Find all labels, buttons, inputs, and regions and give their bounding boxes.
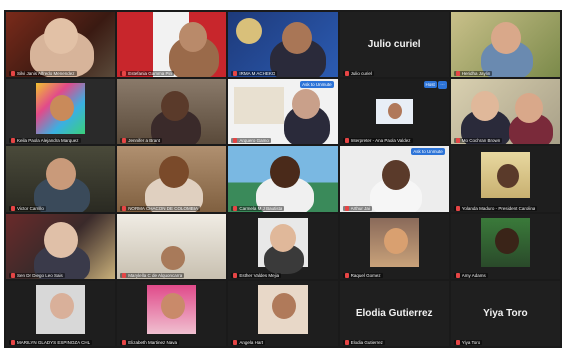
participant-name: Keila Paola Alejandra Marquez: [17, 138, 79, 144]
participant-tile[interactable]: Amy Adams: [450, 213, 560, 279]
tile-menu-button[interactable]: ⋯: [438, 81, 447, 90]
mic-muted-icon: [233, 339, 238, 345]
participant-name: Victor Carrillo: [17, 205, 44, 211]
mic-muted-icon: [233, 138, 238, 144]
participant-tile[interactable]: Heridha Jaylin: [450, 12, 560, 78]
mic-muted-icon: [11, 339, 15, 345]
mic-muted-icon: [11, 272, 15, 278]
participant-tile[interactable]: Ask to Unmute Arquero Gamo: [228, 79, 338, 145]
participant-name: Esther Valdes Mejia: [239, 272, 280, 278]
mic-muted-icon: [233, 205, 238, 211]
participant-tile[interactable]: Estefania Gamma Pin: [117, 12, 227, 78]
participant-display-name: Yiya Toro: [483, 307, 528, 319]
mic-muted-icon: [122, 71, 127, 77]
participant-display-name: Elodia Gutierrez: [355, 307, 433, 319]
participant-tile[interactable]: Jennifer a Brant: [117, 79, 227, 145]
mic-muted-icon: [344, 339, 349, 345]
participant-name: Julio curiel: [350, 71, 372, 77]
participant-tile[interactable]: Sen Dr Diego Leo Sais: [6, 213, 116, 279]
mic-muted-icon: [344, 71, 349, 77]
mic-muted-icon: [344, 138, 349, 144]
participant-name: Jennifer a Brant: [128, 138, 160, 144]
participant-tile[interactable]: Angela Hart: [228, 280, 338, 346]
participant-tile[interactable]: Elodia Gutierrez Elodia Gutierrez: [339, 280, 449, 346]
participant-tile[interactable]: Marylella C de Alquoncarra: [117, 213, 227, 279]
mic-muted-icon: [455, 339, 460, 345]
participant-name: Yiya Toro: [461, 339, 481, 345]
participant-name: Marylella C de Alquoncarra: [128, 272, 183, 278]
participant-name: Elodia Gutierrez: [350, 339, 383, 345]
participant-name: Mo Cochran Brown: [461, 138, 501, 144]
mic-muted-icon: [122, 339, 127, 345]
participant-tile[interactable]: Carmela M J Bautista: [228, 146, 338, 212]
mic-muted-icon: [122, 272, 127, 278]
ask-to-unmute-button[interactable]: Ask to Unmute: [300, 81, 334, 89]
mic-muted-icon: [344, 205, 349, 211]
mic-muted-icon: [455, 138, 460, 144]
host-badge: Host: [423, 81, 437, 89]
participant-name: IRMA M ACHEKO: [239, 71, 276, 77]
participant-tile[interactable]: Elizabeth Martinez Nava: [117, 280, 227, 346]
participant-name: Angela Hart: [239, 339, 264, 345]
participant-tile[interactable]: Raquel Gomez: [339, 213, 449, 279]
participant-name: NORMA CHACON DE COLOMBIA: [128, 205, 198, 211]
video-gallery: Silvi Janis Alfredo Menendez Estefania G…: [4, 10, 562, 348]
participant-tile[interactable]: MARILYN GLADYS ESPINOZA CHL: [6, 280, 116, 346]
mic-muted-icon: [455, 71, 460, 77]
participant-tile[interactable]: IRMA M ACHEKO: [228, 12, 338, 78]
mic-muted-icon: [344, 272, 349, 278]
participant-name: Arthur Jai: [350, 205, 370, 211]
participant-tile[interactable]: Esther Valdes Mejia: [228, 213, 338, 279]
participant-name: Carmela M J Bautista: [239, 205, 283, 211]
participant-tile[interactable]: Silvi Janis Alfredo Menendez: [6, 12, 116, 78]
mic-muted-icon: [455, 205, 460, 211]
participant-display-name: Julio curiel: [367, 39, 421, 51]
participant-tile[interactable]: Yolanda Maduro - President Carolina: [450, 146, 560, 212]
mic-muted-icon: [122, 205, 127, 211]
mic-muted-icon: [122, 138, 127, 144]
ask-to-unmute-button[interactable]: Ask to Unmute: [411, 148, 445, 156]
participant-name: Estefania Gamma Pin: [128, 71, 172, 77]
mic-muted-icon: [11, 71, 15, 77]
participant-tile[interactable]: Yiya Toro Yiya Toro: [450, 280, 560, 346]
mic-muted-icon: [11, 138, 15, 144]
participant-tile[interactable]: NORMA CHACON DE COLOMBIA: [117, 146, 227, 212]
participant-name: Heridha Jaylin: [461, 71, 491, 77]
participant-tile-active-speaker[interactable]: Host ⋯ Interpreter - Ana Paola Valdez: [339, 79, 449, 145]
participant-name: Arquero Gamo: [239, 138, 269, 144]
mic-muted-icon: [233, 272, 238, 278]
mic-muted-icon: [455, 272, 460, 278]
participant-tile[interactable]: Mo Cochran Brown: [450, 79, 560, 145]
participant-name: Sen Dr Diego Leo Sais: [17, 272, 63, 278]
participant-name: MARILYN GLADYS ESPINOZA CHL: [17, 339, 91, 345]
participant-tile[interactable]: Ask to Unmute Arthur Jai: [339, 146, 449, 212]
mic-muted-icon: [11, 205, 15, 211]
participant-name: Silvi Janis Alfredo Menendez: [17, 71, 75, 77]
participant-name: Raquel Gomez: [350, 272, 381, 278]
participant-name: Elizabeth Martinez Nava: [128, 339, 177, 345]
participant-name: Yolanda Maduro - President Carolina: [461, 205, 536, 211]
participant-tile[interactable]: Victor Carrillo: [6, 146, 116, 212]
participant-tile[interactable]: Julio curiel Julio curiel: [339, 12, 449, 78]
participant-name: Interpreter - Ana Paola Valdez: [350, 138, 411, 144]
participant-tile[interactable]: Keila Paola Alejandra Marquez: [6, 79, 116, 145]
participant-name: Amy Adams: [461, 272, 486, 278]
mic-muted-icon: [233, 71, 238, 77]
